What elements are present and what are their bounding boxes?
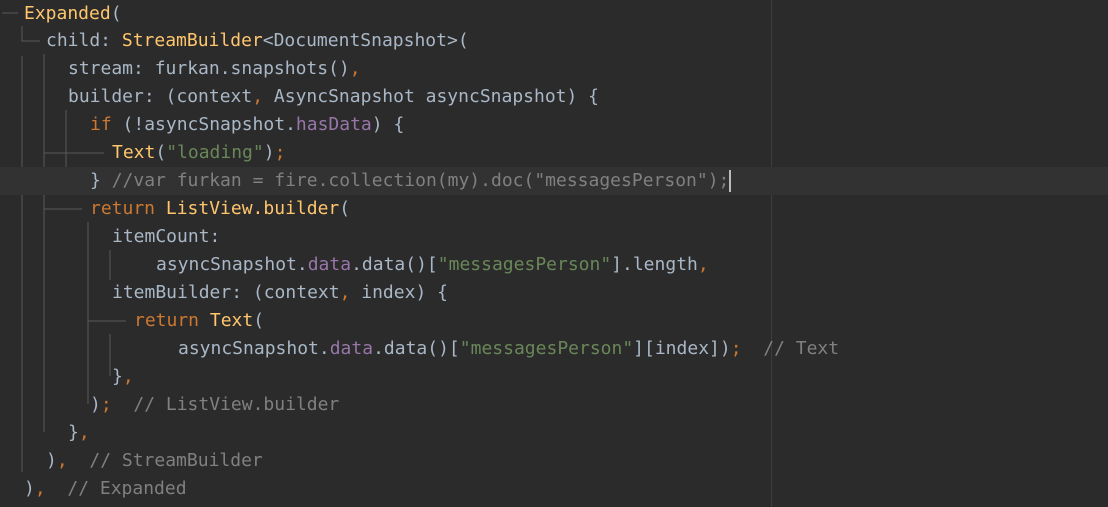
code-token: ListView.builder	[165, 198, 340, 219]
code-token: ,	[78, 422, 90, 443]
code-token: ) {	[371, 114, 405, 135]
code-token: ,	[339, 282, 351, 303]
code-token: // StreamBuilder	[67, 450, 263, 471]
code-token: ,	[252, 86, 264, 107]
code-text: asyncSnapshot.data.data()["messagesPerso…	[156, 251, 709, 279]
code-token: // Expanded	[45, 478, 187, 499]
code-token: (	[110, 3, 122, 24]
code-text: Text("loading");	[112, 139, 285, 167]
code-token: ,	[349, 58, 361, 79]
code-text: },	[112, 363, 134, 391]
code-token: (	[253, 310, 265, 331]
code-text: itemBuilder: (context, index) {	[112, 279, 448, 307]
code-token: hasData	[295, 114, 372, 135]
code-editor[interactable]: Expanded(child: StreamBuilder<DocumentSn…	[0, 0, 1108, 507]
code-text: return Text(	[134, 307, 264, 335]
code-token: itemCount:	[112, 226, 221, 247]
code-token: return	[90, 198, 166, 219]
code-token: if	[90, 114, 123, 135]
code-token: Text	[112, 142, 156, 163]
code-token: <DocumentSnapshot>(	[262, 30, 469, 51]
code-line[interactable]: Text("loading");	[0, 139, 1108, 167]
code-token: data	[307, 254, 352, 275]
code-text: child: StreamBuilder<DocumentSnapshot>(	[46, 27, 469, 55]
code-token: "loading"	[166, 142, 264, 163]
code-token: }	[112, 366, 123, 387]
code-token: stream: furkan.snapshots()	[68, 58, 350, 79]
code-text: return ListView.builder(	[90, 195, 350, 223]
code-token: ,	[56, 450, 68, 471]
code-line[interactable]: child: StreamBuilder<DocumentSnapshot>(	[0, 27, 1108, 55]
code-token: ;	[274, 142, 286, 163]
code-line[interactable]: itemCount:	[0, 223, 1108, 251]
code-line[interactable]: ); // ListView.builder	[0, 391, 1108, 419]
code-line[interactable]: asyncSnapshot.data.data()["messagesPerso…	[0, 251, 1108, 279]
code-text: ); // ListView.builder	[90, 391, 339, 419]
code-text: if (!asyncSnapshot.hasData) {	[90, 111, 404, 139]
code-text: ), // Expanded	[24, 475, 187, 503]
code-token: (!asyncSnapshot.	[122, 114, 296, 135]
code-token: index) {	[350, 282, 448, 303]
code-token: ,	[34, 478, 46, 499]
code-token: (	[155, 142, 167, 163]
code-line[interactable]: ), // StreamBuilder	[0, 447, 1108, 475]
text-caret	[729, 170, 732, 192]
code-token: ][index])	[633, 338, 731, 359]
code-line[interactable]: stream: furkan.snapshots(),	[0, 55, 1108, 83]
code-line[interactable]: return ListView.builder(	[0, 195, 1108, 223]
code-token: itemBuilder: (context	[112, 282, 340, 303]
code-token: .data()[	[351, 254, 438, 275]
code-token: // Text	[741, 338, 840, 359]
code-token: return	[134, 310, 210, 331]
code-token: }	[68, 422, 79, 443]
code-line[interactable]: } //var furkan = fire.collection(my).doc…	[0, 167, 1108, 195]
code-line[interactable]: },	[0, 419, 1108, 447]
code-token: StreamBuilder	[121, 30, 263, 51]
code-line[interactable]: },	[0, 363, 1108, 391]
code-token: builder: (context	[68, 86, 253, 107]
code-token: (	[339, 198, 351, 219]
code-token: )	[90, 394, 101, 415]
code-line[interactable]: ), // Expanded	[0, 475, 1108, 503]
code-line[interactable]: if (!asyncSnapshot.hasData) {	[0, 111, 1108, 139]
code-token: }	[90, 170, 112, 191]
code-token: "messagesPerson"	[459, 338, 634, 359]
code-token: // ListView.builder	[111, 394, 340, 415]
code-token: ].length	[611, 254, 698, 275]
code-token: AsyncSnapshot asyncSnapshot) {	[263, 86, 600, 107]
code-text: asyncSnapshot.data.data()["messagesPerso…	[178, 335, 839, 363]
code-token: )	[46, 450, 57, 471]
code-token: ;	[730, 338, 742, 359]
code-token: )	[24, 478, 35, 499]
code-line[interactable]: return Text(	[0, 307, 1108, 335]
code-token: .data()[	[373, 338, 460, 359]
code-text: ), // StreamBuilder	[46, 447, 263, 475]
code-text: builder: (context, AsyncSnapshot asyncSn…	[68, 83, 599, 111]
code-line[interactable]: Expanded(	[0, 0, 1108, 28]
code-token: "messagesPerson"	[437, 254, 612, 275]
code-token: ,	[122, 366, 134, 387]
code-token: asyncSnapshot.	[178, 338, 330, 359]
code-token: ,	[697, 254, 709, 275]
code-text: stream: furkan.snapshots(),	[68, 55, 361, 83]
code-token: Expanded	[24, 3, 111, 24]
code-token: child:	[46, 30, 122, 51]
code-line[interactable]: itemBuilder: (context, index) {	[0, 279, 1108, 307]
code-text: },	[68, 419, 90, 447]
code-text: Expanded(	[24, 0, 122, 28]
code-line[interactable]: builder: (context, AsyncSnapshot asyncSn…	[0, 83, 1108, 111]
code-token: )	[263, 142, 275, 163]
code-token: data	[329, 338, 374, 359]
code-text: } //var furkan = fire.collection(my).doc…	[90, 167, 732, 195]
code-line[interactable]: asyncSnapshot.data.data()["messagesPerso…	[0, 335, 1108, 363]
code-token: ;	[100, 394, 112, 415]
code-text: itemCount:	[112, 223, 220, 251]
code-token: asyncSnapshot.	[156, 254, 308, 275]
code-token: //var furkan = fire.collection(my).doc("…	[111, 170, 730, 191]
code-token: Text	[209, 310, 254, 331]
